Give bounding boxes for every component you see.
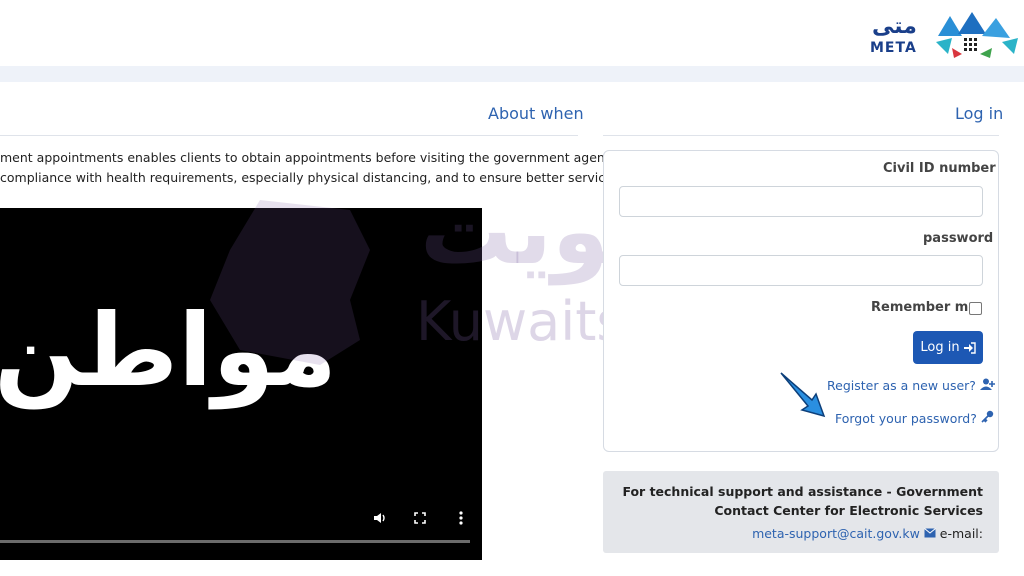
login-button[interactable]: Log in: [913, 331, 983, 364]
login-button-label: Log in: [920, 340, 960, 355]
logo-arabic-text: متى: [872, 14, 917, 39]
video-progress-bar[interactable]: [0, 540, 470, 543]
about-divider: [0, 135, 578, 136]
about-heading: About when: [488, 104, 584, 123]
support-line-1: For technical support and assistance - G…: [622, 484, 983, 499]
logo-latin-text: META: [870, 40, 917, 56]
envelope-icon: [923, 528, 936, 538]
register-link[interactable]: Register as a new user?: [827, 378, 996, 393]
fullscreen-icon[interactable]: [410, 508, 430, 528]
login-divider: [603, 135, 999, 136]
support-heading: For technical support and assistance - G…: [618, 482, 983, 520]
about-line-1: ment appointments enables clients to obt…: [0, 150, 620, 165]
volume-icon[interactable]: [370, 508, 390, 528]
support-email-link[interactable]: meta-support@cait.gov.kw: [752, 526, 920, 541]
more-options-icon[interactable]: [451, 508, 471, 528]
password-label: password: [923, 231, 994, 246]
add-user-icon: [979, 378, 995, 390]
password-input[interactable]: [619, 255, 983, 286]
civil-id-input[interactable]: [619, 186, 983, 217]
remember-me-label: Remember me: [871, 300, 978, 315]
civil-id-label: Civil ID number: [883, 161, 996, 176]
pointer-arrow-icon: [780, 372, 826, 418]
about-description: ment appointments enables clients to obt…: [0, 148, 620, 188]
support-email-row: meta-support@cait.gov.kw e-mail:: [618, 526, 983, 541]
remember-me-checkbox[interactable]: [969, 302, 982, 315]
support-line-2: Contact Center for Electronic Services: [714, 503, 983, 518]
about-line-2: compliance with health requirements, esp…: [0, 170, 617, 185]
register-link-label: Register as a new user?: [827, 378, 976, 393]
video-controls: [362, 508, 472, 530]
support-email-label: e-mail:: [939, 526, 983, 541]
video-frame-text: مواطن: [0, 292, 338, 409]
sign-in-icon: [963, 341, 976, 354]
key-icon: [981, 410, 994, 423]
login-heading: Log in: [955, 104, 1004, 123]
forgot-password-label: Forgot your password?: [835, 411, 977, 426]
forgot-password-link[interactable]: Forgot your password?: [835, 410, 994, 426]
